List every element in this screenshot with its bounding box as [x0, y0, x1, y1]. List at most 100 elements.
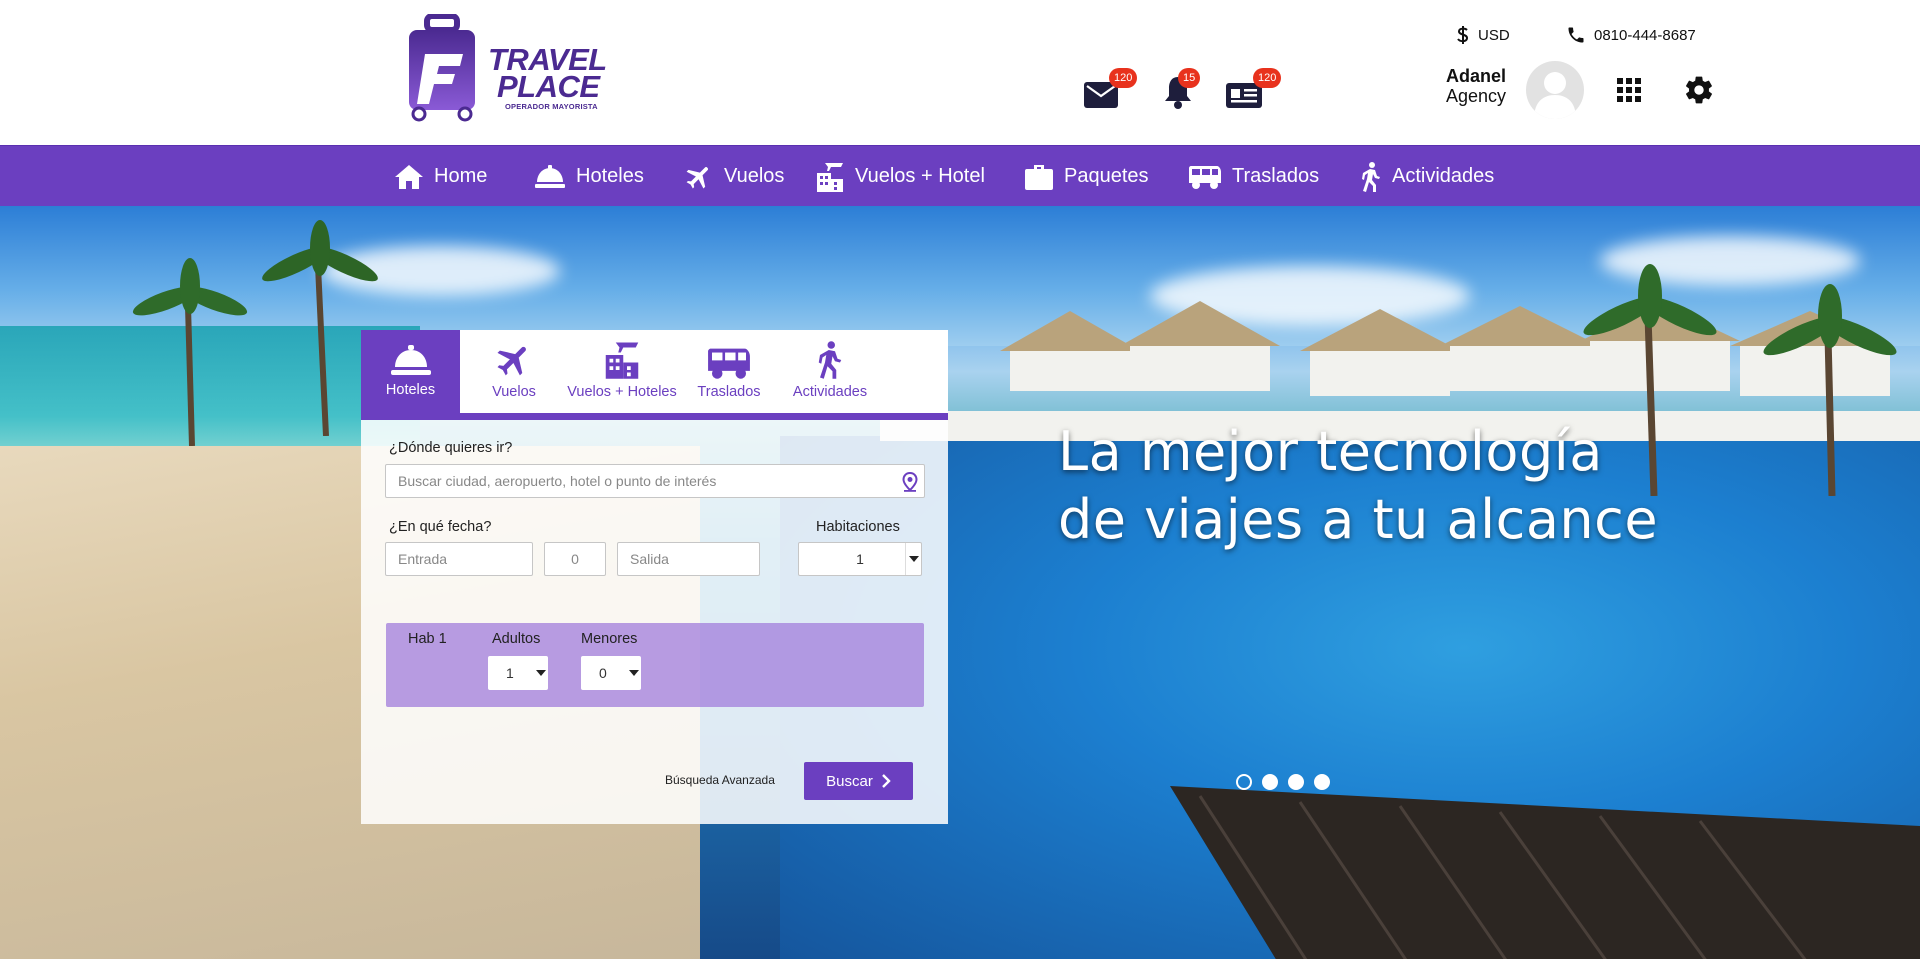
checkin-input[interactable] [398, 543, 520, 575]
apps-grid-button[interactable] [1617, 78, 1641, 107]
bell-service-icon [390, 345, 431, 375]
user-role: Agency [1445, 86, 1506, 106]
carousel-dot-4[interactable] [1314, 774, 1330, 790]
checkout-field[interactable] [617, 542, 760, 576]
chevron-down-icon [905, 543, 921, 575]
phone-number: 0810-444-8687 [1594, 26, 1696, 44]
adults-label: Adultos [492, 631, 541, 647]
currency-selector[interactable]: USD [1456, 25, 1510, 45]
destination-label: ¿Dónde quieres ir? [389, 440, 513, 456]
nav-item-label: Hoteles [576, 165, 644, 187]
pergola-deck-illustration [1170, 786, 1920, 959]
chevron-down-icon [534, 656, 548, 690]
carousel-dot-3[interactable] [1288, 774, 1304, 790]
messages-badge: 120 [1109, 68, 1138, 88]
room-occupancy-panel: Hab 1 Adultos Menores 1 0 [386, 623, 924, 707]
nav-item-hoteles[interactable]: Hoteles [534, 146, 644, 207]
carousel-dots [1236, 774, 1330, 790]
hero-headline: La mejor tecnología de viajes a tu alcan… [1058, 420, 1659, 551]
search-button[interactable]: Buscar [804, 762, 913, 800]
walking-icon [818, 341, 842, 379]
tab-label: Vuelos + Hoteles [567, 384, 677, 400]
destination-field[interactable] [385, 464, 925, 498]
grid-icon [1617, 78, 1641, 102]
nights-field[interactable]: 0 [544, 542, 606, 576]
tab-vuelos-hoteles[interactable]: Vuelos + Hoteles [566, 330, 678, 413]
tab-hoteles[interactable]: Hoteles [361, 330, 460, 413]
destination-input[interactable] [398, 465, 912, 497]
carousel-dot-2[interactable] [1262, 774, 1278, 790]
main-navigation: Home Hoteles Vuelos Vuelos + Hotel Paque… [0, 145, 1920, 206]
plane-icon [497, 346, 526, 376]
minors-label: Menores [581, 631, 638, 647]
gear-icon [1686, 76, 1712, 104]
carousel-dot-1[interactable] [1236, 774, 1252, 790]
plane-building-icon [605, 342, 639, 379]
search-button-label: Buscar [826, 772, 873, 790]
nav-item-traslados[interactable]: Traslados [1188, 146, 1319, 207]
search-widget: Hoteles Vuelos Vuelos + Hoteles Traslado… [361, 330, 948, 824]
chevron-down-icon [627, 656, 641, 690]
user-name: Adanel [1445, 66, 1506, 86]
tab-vuelos[interactable]: Vuelos [469, 330, 559, 413]
bell-service-icon [535, 164, 565, 188]
hero-banner: La mejor tecnología de viajes a tu alcan… [0, 206, 1920, 959]
rooms-label: Habitaciones [816, 519, 900, 535]
user-info[interactable]: Adanel Agency [1420, 66, 1506, 106]
nav-item-label: Vuelos + Hotel [855, 165, 985, 187]
nav-item-vuelos-hotel[interactable]: Vuelos + Hotel [815, 146, 985, 207]
plane-building-icon [817, 162, 843, 192]
logo-tagline: OPERADOR MAYORISTA [505, 102, 598, 111]
tab-label: Vuelos [492, 384, 536, 400]
walking-icon [1362, 161, 1380, 192]
nav-item-label: Actividades [1392, 165, 1495, 187]
nav-item-actividades[interactable]: Actividades [1360, 146, 1494, 207]
dollar-icon [1457, 26, 1469, 44]
minors-value: 0 [599, 665, 607, 681]
adults-select[interactable]: 1 [488, 656, 548, 690]
nav-item-paquetes[interactable]: Paquetes [1024, 146, 1149, 207]
date-label: ¿En qué fecha? [389, 519, 492, 535]
checkout-input[interactable] [630, 543, 747, 575]
chevron-right-icon [881, 774, 891, 788]
settings-button[interactable] [1683, 74, 1715, 111]
palm-tree [132, 258, 248, 446]
search-form: ¿Dónde quieres ir? ¿En qué fecha? 0 Habi… [361, 420, 948, 824]
minors-select[interactable]: 0 [581, 656, 641, 690]
phone-contact[interactable]: 0810-444-8687 [1566, 25, 1696, 45]
avatar[interactable] [1526, 61, 1584, 119]
checkin-field[interactable] [385, 542, 533, 576]
logo-line-2: PLACE [497, 69, 600, 104]
tab-label: Traslados [697, 384, 761, 400]
nights-value: 0 [571, 551, 579, 567]
user-silhouette-icon [1534, 72, 1576, 119]
tab-traslados[interactable]: Traslados [684, 330, 774, 413]
adults-value: 1 [506, 665, 514, 681]
nav-item-home[interactable]: Home [394, 146, 487, 207]
suitcase-icon [1025, 164, 1053, 190]
tab-actividades[interactable]: Actividades [782, 330, 878, 413]
alerts-button[interactable]: 15 [1163, 68, 1207, 110]
map-pin-icon[interactable] [902, 472, 918, 492]
travel-place-logo[interactable]: TRAVEL PLACE OPERADOR MAYORISTA [405, 14, 615, 124]
vouchers-badge: 120 [1253, 68, 1282, 88]
nav-item-label: Vuelos [724, 165, 785, 187]
advanced-search-link[interactable]: Búsqueda Avanzada [665, 773, 775, 787]
search-tabs: Hoteles Vuelos Vuelos + Hoteles Traslado… [361, 330, 948, 420]
logo-wordmark: TRAVEL PLACE [488, 44, 607, 104]
rooms-value: 1 [856, 551, 864, 567]
messages-button[interactable]: 120 [1083, 68, 1138, 110]
site-header: TRAVEL PLACE OPERADOR MAYORISTA USD 0810… [0, 0, 1920, 145]
rooms-select[interactable]: 1 [798, 542, 922, 576]
nav-item-label: Traslados [1232, 165, 1320, 187]
van-icon [1189, 165, 1221, 189]
nav-item-vuelos[interactable]: Vuelos [684, 146, 784, 207]
nav-item-label: Home [434, 165, 488, 187]
phone-icon [1568, 27, 1584, 43]
plane-icon [686, 166, 708, 188]
vouchers-button[interactable]: 120 [1225, 68, 1282, 110]
tab-label: Actividades [792, 384, 868, 400]
palm-tree [1763, 284, 1897, 496]
currency-label: USD [1478, 26, 1510, 44]
room-name: Hab 1 [408, 631, 447, 647]
